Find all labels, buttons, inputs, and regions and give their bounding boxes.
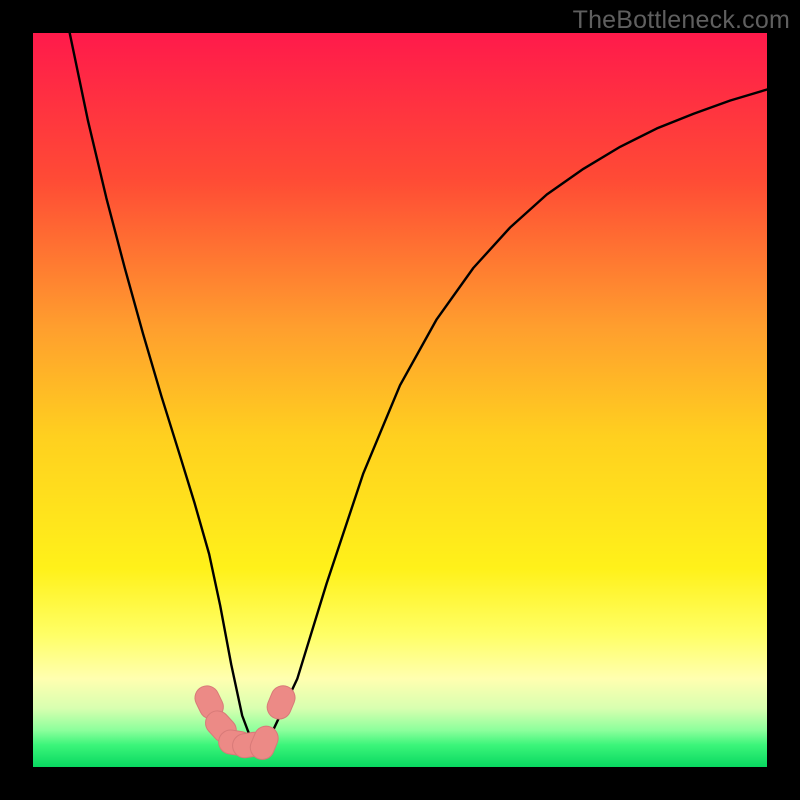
watermark-text: TheBottleneck.com <box>573 6 790 35</box>
chart-frame: TheBottleneck.com <box>0 0 800 800</box>
chart-svg <box>33 33 767 767</box>
gradient-background <box>33 33 767 767</box>
plot-area <box>33 33 767 767</box>
